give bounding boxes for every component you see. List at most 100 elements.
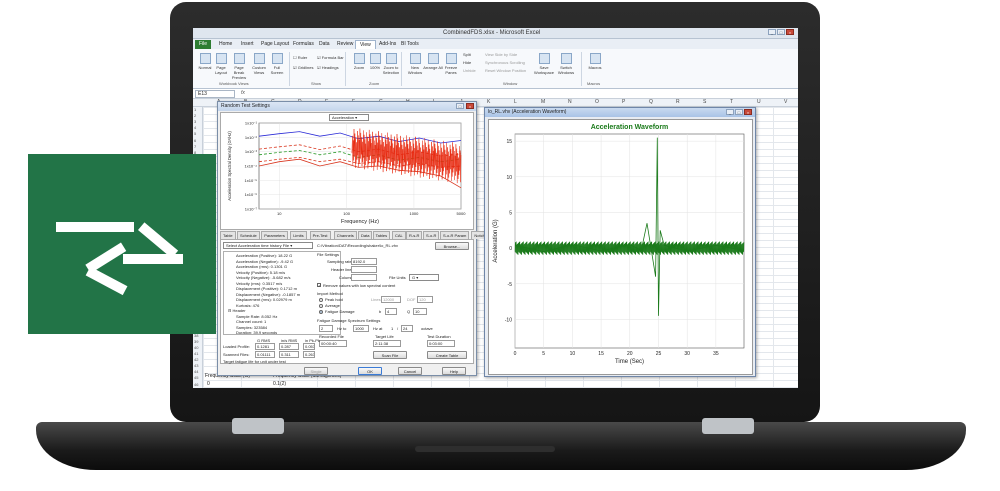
tree-item[interactable]: Velocity (Negative): -5.682 m/s [236,275,290,280]
column-header[interactable]: M [541,99,545,105]
start-hz-input[interactable]: 2 [319,325,333,332]
file-units-select[interactable]: G ▾ [409,274,439,281]
column-header[interactable]: K [487,99,490,105]
waveform-close-button[interactable]: × [744,109,752,115]
target-life-input[interactable]: 2:11:38 [373,340,401,347]
row-header[interactable]: 6 [194,138,196,143]
remove-values-checkbox[interactable]: ✓ [317,283,321,288]
page-layout-button[interactable]: Page Layout [211,53,231,77]
new-window-button[interactable]: New Window [405,53,425,77]
tree-item[interactable]: Acceleration (rms): 0.1301 G [236,264,287,269]
gridlines-checkbox[interactable]: ☑ Gridlines [293,65,314,70]
column-header[interactable]: O [595,99,599,105]
row-header[interactable]: 7 [194,144,196,149]
dof-input[interactable]: 120 [417,296,433,303]
tab-r-s-r[interactable]: R-s-R [406,231,423,239]
waveform-minimize-button[interactable]: _ [726,109,734,115]
tab-view[interactable]: View [355,40,376,49]
row-header[interactable]: 4 [194,125,196,130]
tab-bi-tools[interactable]: BI Tools [397,40,423,49]
row-header[interactable]: 41 [194,351,198,356]
average-radio[interactable] [319,304,323,308]
tree-item[interactable]: Kurtosis: 476 [236,303,259,308]
dialog-close-button[interactable]: × [466,103,474,109]
macros-button[interactable]: Macros [585,53,605,77]
tab-formulas[interactable]: Formulas [289,40,318,49]
scan-file-button[interactable]: Scan File [373,351,407,359]
tab-review[interactable]: Review [333,40,357,49]
row-header[interactable]: 45 [194,375,198,380]
tab-s-o-r[interactable]: S-o-R [423,231,440,239]
column-header[interactable]: U [757,99,761,105]
cell-b46[interactable]: 0.1(2) [273,381,286,387]
custom-views-button[interactable]: Custom Views [249,53,269,77]
help-button[interactable]: Help [442,367,466,375]
tab-data[interactable]: Data [315,40,334,49]
tab-file[interactable]: File [195,40,212,49]
tree-item[interactable]: Duration: 39.9 seconds [236,330,277,334]
zoom-to-selection-button[interactable]: Zoom to Selection [381,53,401,77]
row-header[interactable]: 39 [194,339,198,344]
row-header[interactable]: 46 [194,382,198,387]
column-header[interactable]: N [568,99,572,105]
unhide-button[interactable]: Unhide [463,68,476,73]
hide-button[interactable]: Hide [463,60,471,65]
tab-page-layout[interactable]: Page Layout [257,40,293,49]
row-header[interactable]: 2 [194,113,196,118]
tree-item[interactable]: Displacement (rms): 0.02979 m [236,297,292,302]
row-header[interactable]: 3 [194,119,196,124]
ruler-checkbox[interactable]: ☐ Ruler [293,55,307,60]
dialog-maximize-button[interactable]: □ [456,103,464,109]
split-button[interactable]: Split [463,52,471,57]
cancel-button[interactable]: Cancel [398,367,422,375]
tree-node-header[interactable]: ⊟ Header [228,308,246,313]
column-header[interactable]: Q [649,99,653,105]
tab-data[interactable]: Data [358,231,373,239]
column-header[interactable]: S [703,99,706,105]
header-lines-input[interactable] [351,266,377,273]
tree-item[interactable]: Sample Rate: 8.052 Hz [236,314,277,319]
tab-insert[interactable]: Insert [237,40,258,49]
column-input[interactable] [351,274,377,281]
tab-pre-test[interactable]: Pre-Test [309,231,331,239]
row-header[interactable]: 1 [194,107,196,112]
tab-limits[interactable]: Limits [290,231,307,239]
tree-item[interactable]: Displacement (Positive): 0.1712 m [236,286,297,291]
cell-a46[interactable]: 0 [207,381,210,387]
tree-item[interactable]: Velocity (Positive): 5.18 m/s [236,270,285,275]
headings-checkbox[interactable]: ☑ Headings [317,65,339,70]
tab-home[interactable]: Home [215,40,236,49]
create-table-button[interactable]: Create Table [427,351,467,359]
peak-hold-radio[interactable] [319,298,323,302]
tree-item[interactable]: Acceleration (Negative): -9.42 G [236,259,293,264]
row-header[interactable]: 43 [194,363,198,368]
formula-bar-checkbox[interactable]: ☑ Formula Bar [317,55,344,60]
b-input[interactable]: 4 [385,308,397,315]
row-header[interactable]: 42 [194,357,198,362]
tree-item[interactable]: Samples: 323584 [236,325,267,330]
column-header[interactable]: V [784,99,787,105]
tree-item[interactable]: Acceleration (Positive): 18.22 G [236,253,292,258]
column-header[interactable]: R [676,99,680,105]
column-header[interactable]: T [730,99,733,105]
end-hz-input[interactable]: 1000 [353,325,369,332]
maximize-button[interactable]: □ [777,29,785,35]
tree-item[interactable]: Velocity (rms): 0.3517 m/s [236,281,282,286]
octave-den-input[interactable]: 24 [401,325,413,332]
reset-window-position-button[interactable]: Reset Window Position [485,68,526,73]
sampling-rate-input[interactable]: 8192.0 [351,258,377,265]
recorded-file-input[interactable]: 00:00:40 [319,340,347,347]
save-workspace-button[interactable]: Save Workspace [533,53,555,77]
row-header[interactable]: 44 [194,369,198,374]
row-header[interactable]: 40 [194,345,198,350]
arrange-all-button[interactable]: Arrange All [423,53,443,77]
q-input[interactable]: 10 [413,308,427,315]
tab-schedule[interactable]: Schedule [237,231,260,239]
browse-button[interactable]: Browse... [435,242,469,250]
page-break-preview-button[interactable]: Page Break Preview [229,53,249,80]
tree-item[interactable]: Channel count: 1 [236,319,266,324]
switch-windows-button[interactable]: Switch Windows [555,53,577,77]
fatigue-damage-radio[interactable] [319,310,323,314]
tab-cal[interactable]: CAL [392,231,406,239]
single-button[interactable]: Single [304,367,328,375]
